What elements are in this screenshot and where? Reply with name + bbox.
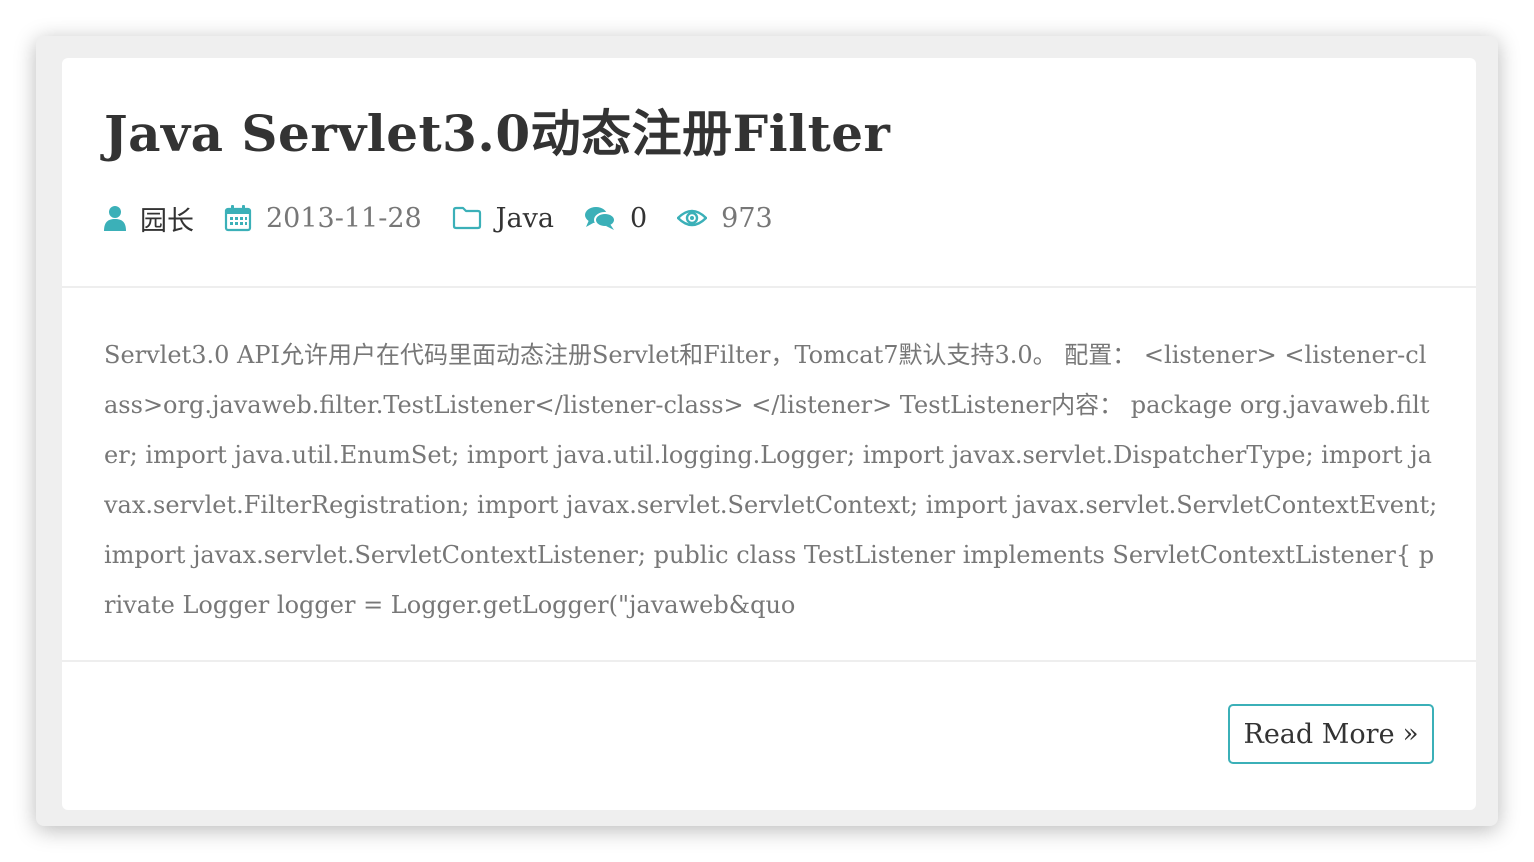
post-card: Java Servlet3.0动态注册Filter 园长 2013-11-28 … <box>62 58 1476 810</box>
meta-category[interactable]: Java <box>452 203 554 234</box>
meta-date: 2013-11-28 <box>224 203 422 234</box>
read-more-button[interactable]: Read More » <box>1228 704 1434 764</box>
calendar-icon <box>224 204 252 232</box>
view-count: 973 <box>721 202 773 234</box>
post-excerpt: Servlet3.0 API允许用户在代码里面动态注册Servlet和Filte… <box>104 341 1438 619</box>
post-title[interactable]: Java Servlet3.0动态注册Filter <box>104 98 890 170</box>
footer-divider <box>62 660 1476 662</box>
post-container: Java Servlet3.0动态注册Filter 园长 2013-11-28 … <box>36 36 1498 826</box>
meta-divider <box>62 286 1476 288</box>
comments-icon <box>584 205 616 231</box>
category-link[interactable]: Java <box>496 203 554 234</box>
meta-comments[interactable]: 0 <box>584 203 647 234</box>
post-meta: 园长 2013-11-28 Java 0 973 <box>104 198 803 238</box>
post-date: 2013-11-28 <box>266 202 422 234</box>
comment-count: 0 <box>629 202 648 234</box>
user-icon <box>104 205 126 231</box>
read-more-label: Read More <box>1243 718 1395 750</box>
author-name: 园长 <box>140 205 194 237</box>
meta-author[interactable]: 园长 <box>104 199 194 238</box>
folder-icon <box>452 206 482 230</box>
meta-views: 973 <box>677 203 773 234</box>
double-chevron-right-icon: » <box>1402 719 1419 749</box>
eye-icon <box>677 207 708 229</box>
